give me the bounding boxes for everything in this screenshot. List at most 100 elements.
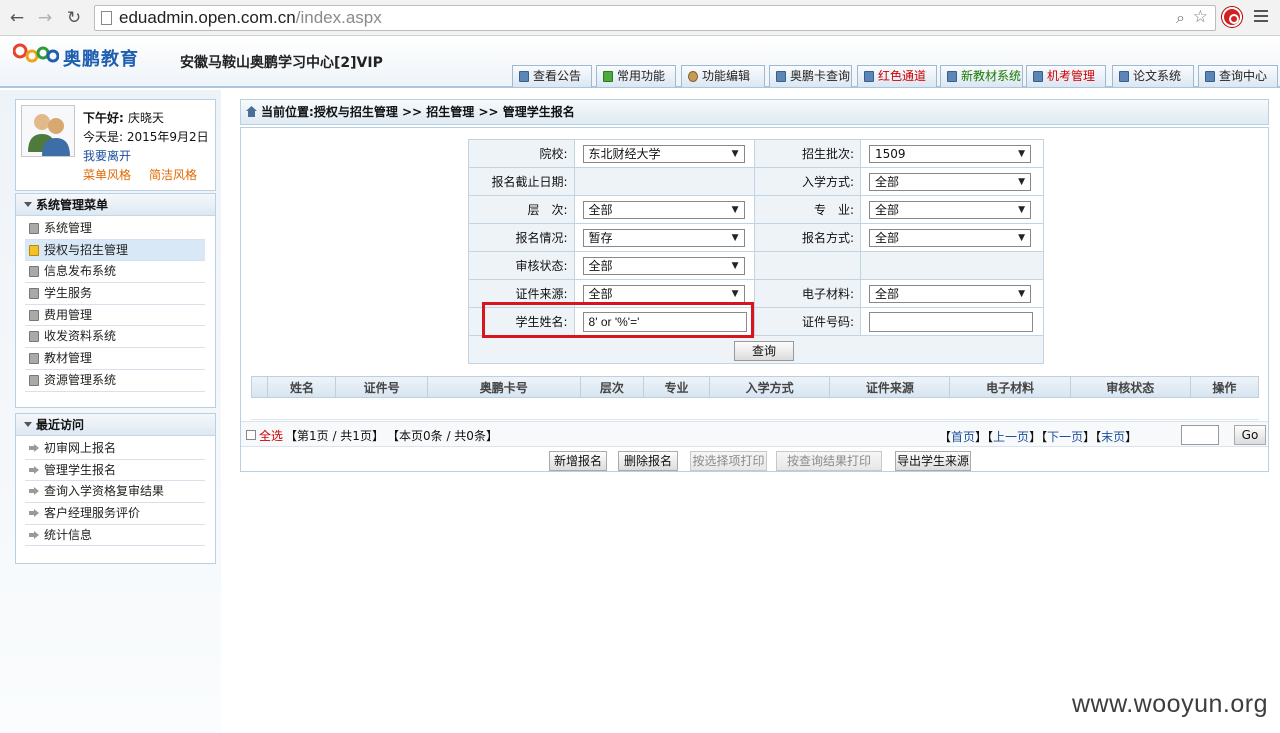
recent-item[interactable]: 管理学生报名	[25, 460, 205, 482]
delete-registration-button[interactable]: 删除报名	[618, 451, 678, 471]
topnav-announcements[interactable]: 查看公告	[512, 65, 592, 87]
student-name-input[interactable]: 8' or '%'='	[582, 311, 747, 332]
major-select[interactable]: 全部	[869, 200, 1032, 219]
result-table-body	[251, 398, 1259, 420]
audit-status-select[interactable]: 全部	[582, 256, 745, 275]
watermark: www.wooyun.org	[1072, 690, 1268, 718]
menu-item-info-publishing[interactable]: 信息发布系统	[25, 261, 205, 284]
bookmark-star-icon[interactable]: ☆	[1193, 7, 1208, 27]
signup-status-select[interactable]: 暂存	[582, 228, 745, 247]
hamburger-menu-icon[interactable]	[1254, 10, 1268, 24]
logo-text: 奥鹏教育	[63, 49, 139, 70]
topnav-new-textbook-system[interactable]: 新教材系统	[940, 65, 1023, 87]
topnav-red-channel[interactable]: 红色通道	[857, 65, 937, 87]
signup-status-label: 报名情况:	[468, 223, 575, 252]
recent-item[interactable]: 查询入学资格复审结果	[25, 481, 205, 504]
user-icon	[688, 71, 698, 82]
address-bar[interactable]: eduadmin.open.com.cn/index.aspx ⌕ ☆	[94, 5, 1216, 31]
recent-item[interactable]: 统计信息	[25, 525, 205, 547]
page-number-input[interactable]	[1181, 425, 1219, 445]
column-checkbox	[250, 376, 269, 398]
page-icon	[101, 11, 112, 25]
select-all-checkbox[interactable]	[246, 430, 256, 440]
print-query-results-button[interactable]: 按查询结果打印	[776, 451, 882, 471]
collapse-triangle-icon	[24, 202, 32, 207]
system-menu-panel: 系统管理菜单 系统管理 授权与招生管理 信息发布系统 学生服务 费用管理 收发资…	[15, 193, 216, 408]
menu-item-fee-management[interactable]: 费用管理	[25, 305, 205, 327]
id-number-input[interactable]	[869, 311, 1034, 332]
electronic-material-select[interactable]: 全部	[869, 284, 1032, 303]
id-source-select[interactable]: 全部	[582, 284, 745, 303]
search-form: 院校: 东北财经大学 招生批次: 1509 报名截止日期: 入学方式: 全部 层…	[468, 139, 1044, 364]
recent-item[interactable]: 客户经理服务评价	[25, 503, 205, 525]
menu-item-resource-management[interactable]: 资源管理系统	[25, 370, 205, 392]
major-label: 专 业:	[754, 195, 862, 224]
empty-cell	[754, 251, 862, 280]
extension-icon[interactable]	[1222, 7, 1242, 27]
menu-item-authorization-enrollment[interactable]: 授权与招生管理	[25, 239, 205, 262]
last-page-link[interactable]: 末页	[1101, 430, 1125, 444]
batch-select[interactable]: 1509	[869, 144, 1032, 163]
main-content: 院校: 东北财经大学 招生批次: 1509 报名截止日期: 入学方式: 全部 层…	[240, 127, 1269, 472]
menu-item-student-services[interactable]: 学生服务	[25, 283, 205, 305]
home-icon	[246, 106, 257, 117]
print-selected-button[interactable]: 按选择项打印	[690, 451, 767, 471]
arrow-right-icon	[29, 465, 39, 474]
folder-icon	[29, 331, 39, 343]
signup-method-select[interactable]: 全部	[869, 228, 1032, 247]
add-registration-button[interactable]: 新增报名	[549, 451, 607, 471]
id-source-label: 证件来源:	[468, 279, 575, 308]
school-select[interactable]: 东北财经大学	[582, 144, 745, 163]
column-id-source: 证件来源	[829, 376, 951, 398]
site-header: 奥鹏教育 安徽马鞍山奥鹏学习中心[2]VIP 查看公告 常用功能 功能编辑 奥鹏…	[0, 36, 1280, 88]
query-button[interactable]: 查询	[734, 341, 794, 361]
column-actions: 操作	[1189, 376, 1260, 398]
column-entry-method: 入学方式	[709, 376, 831, 398]
topnav-query-center[interactable]: 查询中心	[1198, 65, 1278, 87]
folder-icon	[29, 374, 39, 386]
menu-item-materials-dispatch[interactable]: 收发资料系统	[25, 326, 205, 349]
next-page-link[interactable]: 下一页	[1047, 430, 1083, 444]
electronic-material-label: 电子材料:	[754, 279, 862, 308]
menu-item-system-management[interactable]: 系统管理	[25, 218, 205, 240]
student-name-label: 学生姓名:	[468, 307, 575, 336]
level-select[interactable]: 全部	[582, 200, 745, 219]
simple-style-link[interactable]: 简洁风格	[149, 166, 197, 183]
topnav-card-query[interactable]: 奥鹏卡查询	[769, 65, 852, 87]
recent-item[interactable]: 初审网上报名	[25, 438, 205, 460]
document-icon	[1033, 71, 1043, 82]
users-avatar-icon	[28, 114, 70, 156]
export-student-source-button[interactable]: 导出学生来源	[895, 451, 971, 471]
magnifier-icon[interactable]: ⌕	[1176, 8, 1185, 28]
topnav-exam-management[interactable]: 机考管理	[1026, 65, 1106, 87]
topnav-common-functions[interactable]: 常用功能	[596, 65, 676, 87]
folder-icon	[29, 288, 39, 300]
today-date: 今天是: 2015年9月2日	[83, 130, 209, 144]
arrow-right-icon	[29, 509, 39, 518]
first-page-link[interactable]: 首页	[951, 430, 975, 444]
deadline-value	[573, 167, 756, 196]
menu-item-textbook-management[interactable]: 教材管理	[25, 348, 205, 370]
id-number-label: 证件号码:	[754, 307, 862, 336]
logout-link[interactable]: 我要离开	[83, 147, 131, 164]
topnav-thesis-system[interactable]: 论文系统	[1112, 65, 1194, 87]
go-button[interactable]: Go	[1234, 425, 1266, 445]
system-menu-title[interactable]: 系统管理菜单	[16, 194, 215, 216]
reload-icon[interactable]: ↻	[63, 7, 85, 29]
forward-arrow-icon[interactable]: →	[34, 7, 56, 29]
entry-method-select[interactable]: 全部	[869, 172, 1032, 191]
column-card-number: 奥鹏卡号	[426, 376, 581, 398]
arrow-right-icon	[29, 530, 39, 539]
page-info: 【第1页 / 共1页】	[285, 429, 384, 443]
greeting: 下午好: 庆晓天	[83, 111, 165, 125]
record-count: 【本页0条 / 共0条】	[387, 429, 498, 443]
school-label: 院校:	[468, 139, 575, 168]
topnav-function-edit[interactable]: 功能编辑	[681, 65, 765, 87]
menu-style-link[interactable]: 菜单风格	[83, 166, 131, 183]
back-arrow-icon[interactable]: ←	[6, 7, 28, 29]
left-sidebar: 下午好: 庆晓天 今天是: 2015年9月2日 我要离开 菜单风格 简洁风格 系…	[0, 90, 221, 733]
arrow-icon	[603, 71, 613, 82]
prev-page-link[interactable]: 上一页	[993, 430, 1029, 444]
select-all-label[interactable]: 全选	[259, 427, 283, 444]
recent-visits-title[interactable]: 最近访问	[16, 414, 215, 436]
